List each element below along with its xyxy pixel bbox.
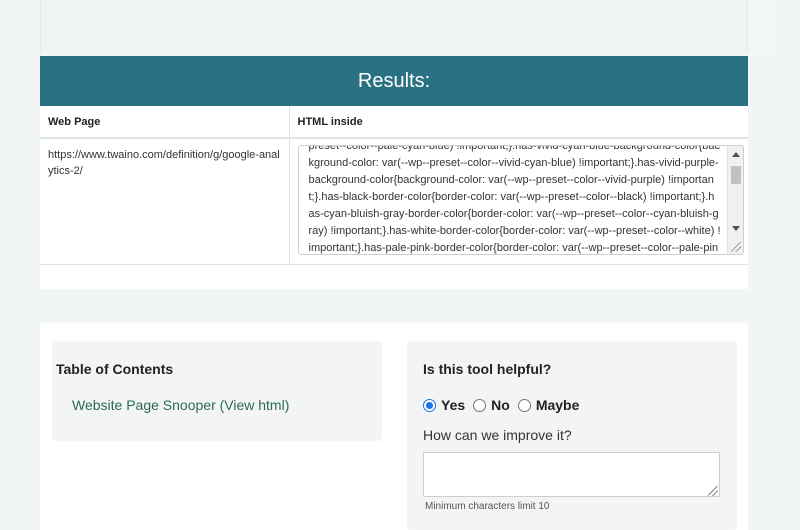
option-no-label: No — [491, 397, 510, 413]
improve-resize-grip-icon[interactable] — [708, 486, 718, 496]
results-card: Results: Web Page HTML inside https://ww… — [40, 56, 748, 289]
feedback-panel: Is this tool helpful? Yes No Maybe How c… — [407, 341, 737, 530]
limit-note: Minimum characters limit 10 — [425, 501, 550, 512]
option-maybe[interactable]: Maybe — [517, 397, 580, 413]
results-table: Web Page HTML inside https://www.twaino.… — [40, 106, 748, 265]
toc-title: Table of Contents — [56, 361, 174, 377]
html-inside-cell: preset--color--pale-cyan-blue) !importan… — [289, 138, 748, 265]
bottom-card: Table of Contents Website Page Snooper (… — [40, 323, 748, 530]
html-source-textarea[interactable]: preset--color--pale-cyan-blue) !importan… — [297, 145, 744, 255]
scroll-down-icon[interactable] — [731, 226, 740, 231]
option-maybe-label: Maybe — [535, 397, 580, 413]
top-panel — [40, 0, 775, 56]
toc-link-website-page-snooper[interactable]: Website Page Snooper (View html) — [72, 397, 289, 413]
html-source-scrollbar[interactable] — [726, 146, 743, 254]
web-page-url: https://www.twaino.com/definition/g/goog… — [40, 138, 290, 265]
table-header-row: Web Page HTML inside — [40, 106, 748, 139]
improve-textarea[interactable] — [423, 452, 720, 497]
feedback-title: Is this tool helpful? — [423, 361, 552, 377]
option-yes[interactable]: Yes — [423, 397, 465, 413]
html-source-text: preset--color--pale-cyan-blue) !importan… — [308, 145, 721, 254]
radio-maybe-icon[interactable] — [517, 398, 531, 412]
resize-grip-icon[interactable] — [730, 242, 741, 252]
improve-label: How can we improve it? — [423, 427, 572, 443]
scroll-up-icon[interactable] — [731, 152, 740, 157]
column-header-html-inside: HTML inside — [289, 106, 748, 139]
scrollbar-thumb[interactable] — [730, 166, 741, 184]
feedback-options: Yes No Maybe — [423, 397, 587, 413]
option-no[interactable]: No — [473, 397, 510, 413]
table-of-contents — [52, 341, 382, 441]
radio-no-icon[interactable] — [473, 398, 487, 412]
results-title: Results: — [40, 56, 748, 106]
option-yes-label: Yes — [441, 397, 466, 413]
column-header-web-page: Web Page — [40, 106, 290, 139]
table-row: https://www.twaino.com/definition/g/goog… — [40, 138, 748, 265]
radio-yes-icon[interactable] — [423, 398, 436, 412]
